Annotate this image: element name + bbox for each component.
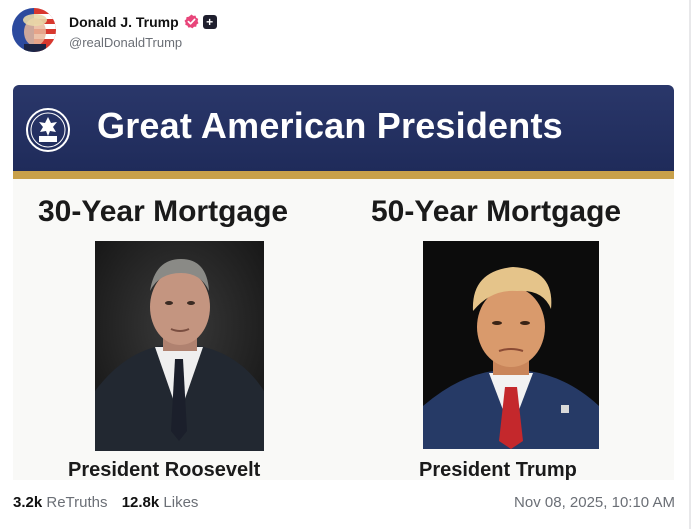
author-names: Donald J. Trump + @realDonaldTrump (69, 11, 217, 50)
post-image[interactable]: Great American Presidents 30-Year Mortga… (13, 85, 674, 480)
name-row: Donald J. Trump + (69, 11, 217, 33)
post-header: Donald J. Trump + @realDonaldTrump (12, 8, 217, 52)
post-timestamp[interactable]: Nov 08, 2025, 10:10 AM (514, 494, 675, 511)
plus-badge-icon: + (202, 14, 217, 29)
retruths-count: 3.2k (13, 494, 43, 511)
right-heading: 50-Year Mortgage (371, 195, 622, 228)
trump-portrait (423, 241, 599, 449)
retruths-stat[interactable]: 3.2k ReTruths (13, 494, 108, 511)
gold-stripe (13, 171, 674, 179)
post-footer: 3.2k ReTruths 12.8k Likes Nov 08, 2025, … (13, 494, 675, 514)
right-caption: President Trump (419, 459, 577, 480)
likes-stat[interactable]: 12.8k Likes (122, 494, 199, 511)
author-handle[interactable]: @realDonaldTrump (69, 35, 217, 50)
avatar[interactable] (12, 8, 56, 52)
avatar-image (12, 8, 56, 52)
banner-title: Great American Presidents (97, 105, 563, 146)
likes-label: Likes (163, 494, 199, 511)
left-heading: 30-Year Mortgage (38, 195, 289, 228)
image-banner: Great American Presidents (13, 85, 674, 171)
presidential-seal-icon (26, 108, 70, 152)
truth-post: Donald J. Trump + @realDonaldTrump Great… (0, 0, 691, 529)
roosevelt-portrait (95, 241, 264, 451)
author-display-name[interactable]: Donald J. Trump (69, 14, 179, 30)
likes-count: 12.8k (121, 494, 160, 511)
verified-badge-icon (184, 14, 199, 29)
left-caption: President Roosevelt (68, 459, 261, 480)
retruths-label: ReTruths (46, 494, 108, 511)
